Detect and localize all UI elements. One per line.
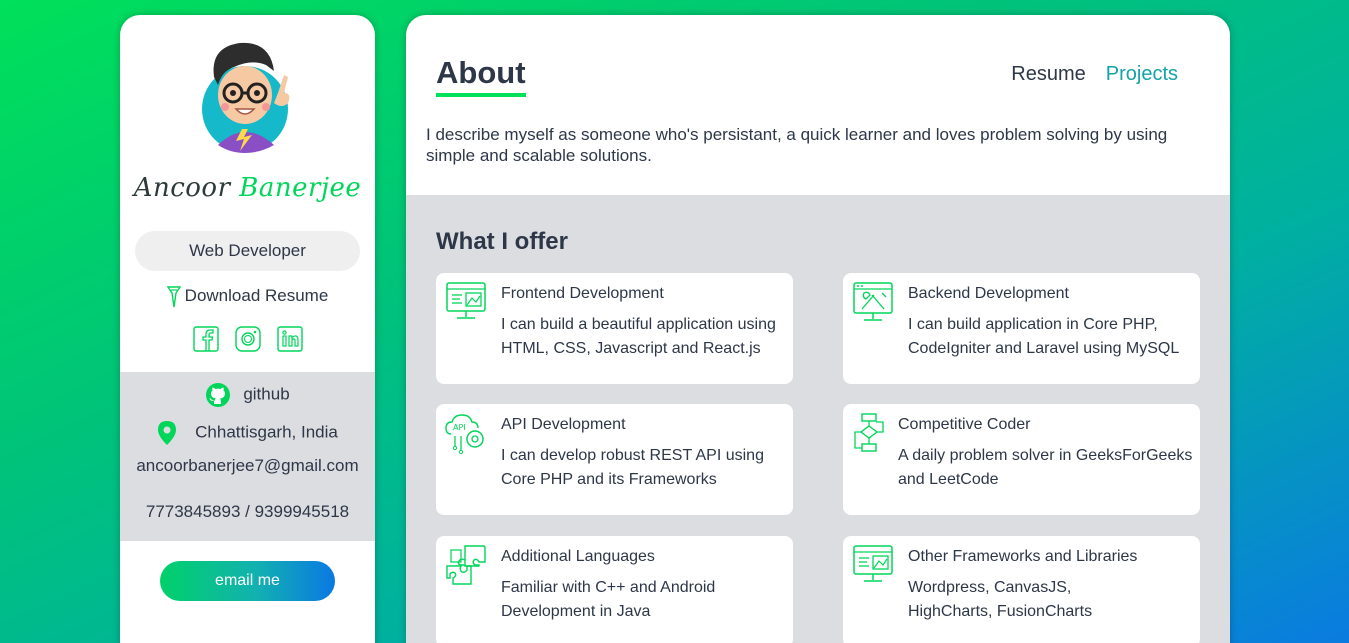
api-gear-icon: API <box>445 414 484 454</box>
github-icon <box>206 383 231 407</box>
flowchart-icon <box>854 413 884 452</box>
service-title: Other Frameworks and Libraries <box>908 548 1138 565</box>
location-pin-icon <box>158 421 177 445</box>
page-title: About <box>436 55 526 97</box>
profile-name: Ancoor Banerjee <box>120 173 375 203</box>
service-card: Other Frameworks and Libraries Wordpress… <box>843 536 1200 643</box>
github-link[interactable]: github <box>120 382 375 408</box>
monitor-tools-icon <box>853 282 893 321</box>
service-desc: Wordpress, CanvasJS, HighCharts, FusionC… <box>908 579 1093 620</box>
service-card: Competitive Coder A daily problem solver… <box>843 404 1200 515</box>
nav-projects-link[interactable]: Projects <box>1106 63 1178 86</box>
service-title: API Development <box>501 416 626 433</box>
offer-section: What I offer Frontend Development I can … <box>406 195 1230 643</box>
location-text: Chhattisgarh, India <box>195 422 338 442</box>
top-nav: Resume Projects <box>1011 63 1178 86</box>
service-desc: I can develop robust REST API using Core… <box>501 447 764 488</box>
download-resume-link[interactable]: Download Resume <box>120 283 375 309</box>
main-card: About Resume Projects I describe myself … <box>406 15 1230 643</box>
last-name: Banerjee <box>239 173 362 203</box>
puzzle-icon <box>446 545 486 585</box>
service-title: Frontend Development <box>501 285 664 302</box>
role-badge: Web Developer <box>135 231 360 271</box>
phone-text[interactable]: 7773845893 / 9399945518 <box>120 502 375 522</box>
linkedin-icon[interactable] <box>277 326 303 352</box>
service-card: Frontend Development I can build a beaut… <box>436 273 793 384</box>
instagram-icon[interactable] <box>235 326 261 352</box>
monitor-code-icon <box>446 282 486 319</box>
svg-text:API: API <box>453 423 466 432</box>
social-links <box>193 326 303 352</box>
service-title: Backend Development <box>908 285 1069 302</box>
bio-text: I describe myself as someone who's persi… <box>426 125 1168 165</box>
first-name: Ancoor <box>133 173 231 203</box>
location-row: Chhattisgarh, India <box>120 420 375 446</box>
download-label: Download Resume <box>184 286 329 305</box>
github-label: github <box>243 384 290 404</box>
profile-card: Ancoor Banerjee Web Developer Download R… <box>120 15 375 643</box>
service-card: API API Development I can develop robust… <box>436 404 793 515</box>
email-me-button[interactable]: email me <box>160 561 335 601</box>
offer-title: What I offer <box>436 228 568 255</box>
nav-resume-link[interactable]: Resume <box>1011 63 1085 86</box>
service-desc: I can build a beautiful application usin… <box>501 316 776 357</box>
service-desc: A daily problem solver in GeeksForGeeks … <box>898 447 1193 488</box>
contact-panel: github Chhattisgarh, India ancoorbanerje… <box>120 372 375 541</box>
service-title: Additional Languages <box>501 548 655 565</box>
download-icon <box>166 285 181 307</box>
service-title: Competitive Coder <box>898 416 1031 433</box>
email-text[interactable]: ancoorbanerjee7@gmail.com <box>120 456 375 476</box>
service-desc: Familiar with C++ and Android Developmen… <box>501 579 716 620</box>
avatar <box>200 37 296 153</box>
facebook-icon[interactable] <box>193 326 219 352</box>
service-card: Backend Development I can build applicat… <box>843 273 1200 384</box>
service-desc: I can build application in Core PHP, Cod… <box>908 316 1180 357</box>
service-card: Additional Languages Familiar with C++ a… <box>436 536 793 643</box>
monitor-code-icon <box>853 545 893 582</box>
